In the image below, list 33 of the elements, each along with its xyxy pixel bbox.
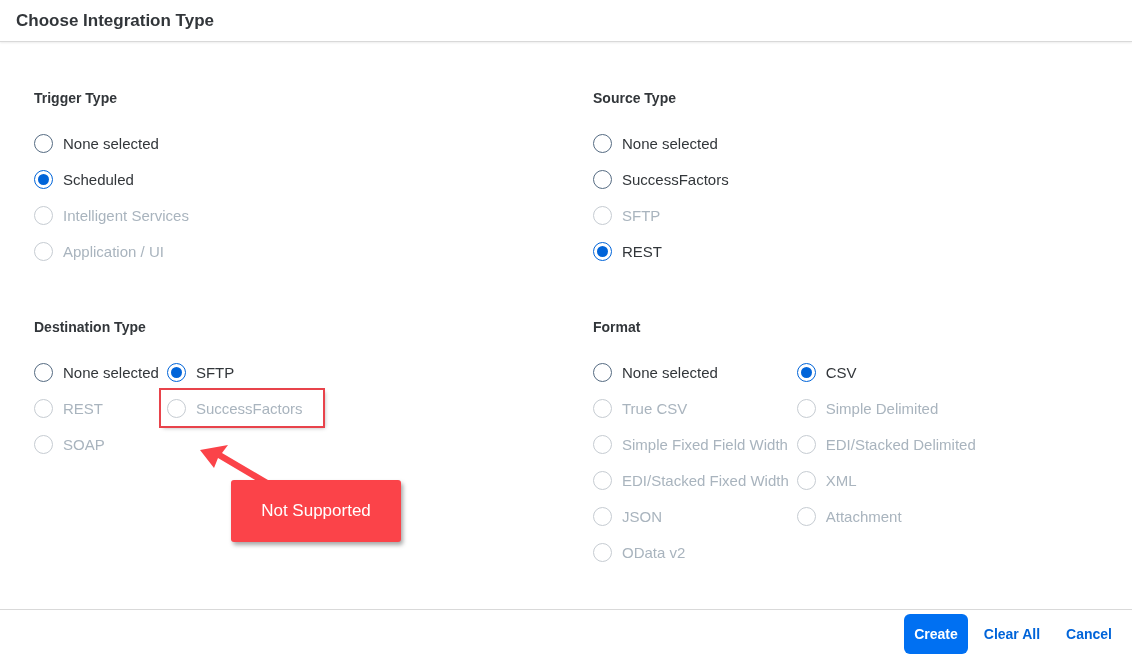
section-title: Destination Type — [34, 318, 147, 337]
link-button[interactable]: Clear All — [973, 614, 1051, 654]
option-label: EDI/Stacked Delimited — [825, 435, 976, 453]
callout-label: Not Supported — [231, 480, 401, 542]
option-label: True CSV — [622, 399, 688, 417]
option-label: None selected — [63, 363, 159, 381]
link-button[interactable]: Cancel — [1056, 614, 1122, 654]
option-label: Scheduled — [63, 170, 134, 188]
section-title: Format — [593, 318, 642, 337]
option-label: None selected — [622, 134, 718, 152]
option-label: REST — [622, 242, 662, 260]
option-label: REST — [63, 399, 103, 417]
option-label: CSV — [825, 363, 857, 381]
option-label: JSON — [622, 507, 662, 525]
option-label: EDI/Stacked Fixed Width — [622, 471, 789, 489]
option-label: None selected — [622, 363, 718, 381]
option-label: Attachment — [825, 507, 902, 525]
option-label: Simple Fixed Field Width — [622, 435, 788, 453]
option-label: None selected — [63, 134, 159, 152]
option-label: SFTP — [622, 206, 661, 224]
dialog-title: Choose Integration Type — [16, 10, 215, 31]
option-label: SuccessFactors — [195, 399, 303, 417]
option-label: Application / UI — [63, 242, 164, 260]
option-label: OData v2 — [622, 543, 686, 561]
section-title: Trigger Type — [34, 89, 118, 108]
option-label: SFTP — [195, 363, 235, 381]
option-label: Intelligent Services — [63, 206, 189, 224]
option-label: SuccessFactors — [622, 170, 729, 188]
option-label: Simple Delimited — [825, 399, 939, 417]
section-title: Source Type — [593, 89, 677, 108]
option-label: XML — [825, 471, 857, 489]
option-label: SOAP — [63, 435, 105, 453]
create-button[interactable]: Create — [904, 614, 968, 654]
